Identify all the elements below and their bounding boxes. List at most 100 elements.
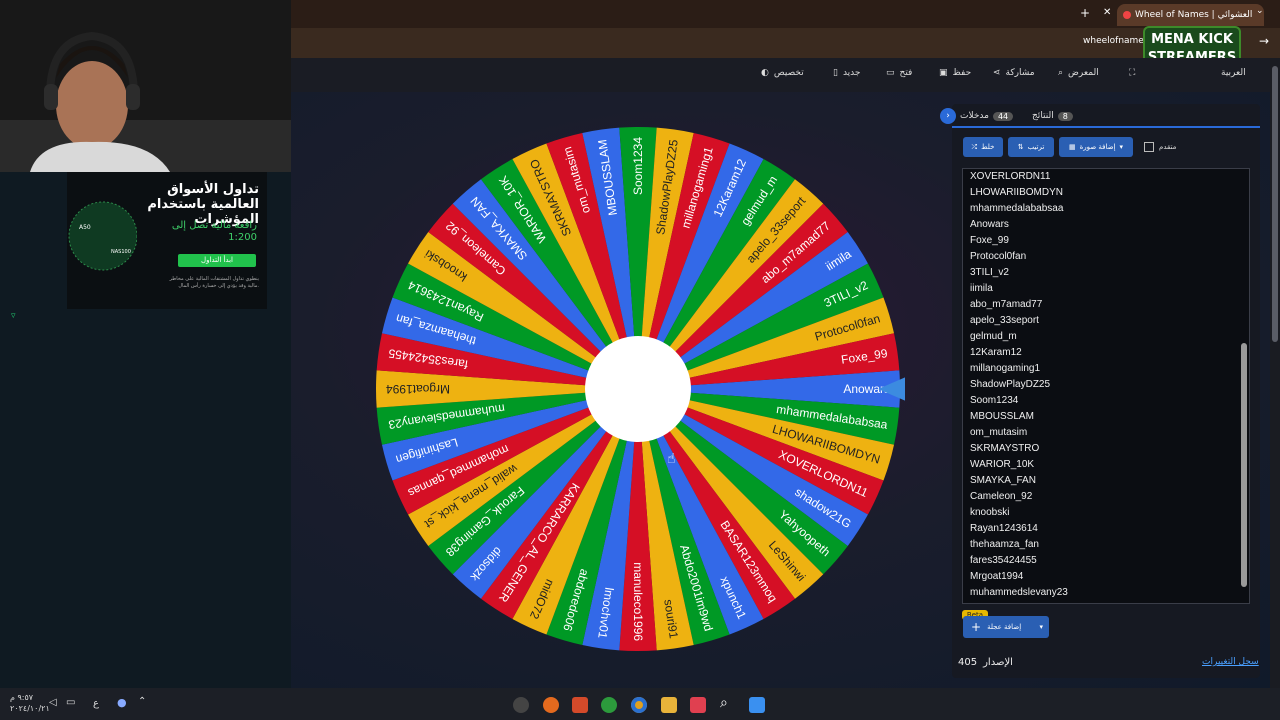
obs-icon[interactable]: [513, 697, 529, 713]
list-item[interactable]: knoobski: [970, 505, 1249, 521]
tab-title: Wheel of Names | العشوائي: [1135, 10, 1253, 20]
list-item[interactable]: ShadowPlayDZ25: [970, 377, 1249, 393]
language-label: العربية: [1221, 68, 1246, 78]
list-item[interactable]: Mrgoat1994: [970, 569, 1249, 585]
list-item[interactable]: 3TILI_v2: [970, 265, 1249, 281]
display-icon[interactable]: ▭: [66, 697, 75, 708]
windows-icon[interactable]: [749, 697, 765, 713]
chevron-down-icon[interactable]: ▾: [1039, 623, 1043, 631]
list-item[interactable]: fares35424455: [970, 553, 1249, 569]
clock[interactable]: ٩:٥٧ م ٢٠٢٤/١٠/٢١: [10, 692, 50, 714]
list-item[interactable]: Anowars: [970, 217, 1249, 233]
share-label: مشاركة: [1005, 68, 1035, 78]
filter-icon: ▿: [11, 311, 16, 321]
globe-graphic: [67, 192, 138, 272]
list-item[interactable]: muhammedslevany23: [970, 585, 1249, 601]
app-toolbar: ◐ تخصيص ▯ جديد ▭ فتح ▣ حفظ ⋖ مشاركة ⌕ المعرض ⛶…: [291, 58, 1280, 93]
language-indicator[interactable]: ع: [93, 698, 99, 709]
name-wheel[interactable]: AnowarsmhammedalababsaaLHOWARIIBOMDYNXOV…: [375, 126, 920, 656]
list-item[interactable]: SMAYKA_FAN: [970, 473, 1249, 489]
entries-textarea[interactable]: XOVERLORDN11 LHOWARIIBOMDYN mhammedalababs…: [962, 168, 1250, 604]
gallery-button[interactable]: ⌕ المعرض: [1058, 68, 1099, 78]
list-item[interactable]: MBOUSSLAM: [970, 409, 1249, 425]
list-item[interactable]: om_mutasim: [970, 425, 1249, 441]
list-item[interactable]: apelo_33seport: [970, 313, 1249, 329]
mouse-cursor-icon: ☝: [667, 451, 676, 467]
chrome-icon[interactable]: [631, 697, 647, 713]
list-item[interactable]: SKRMAYSTRO: [970, 441, 1249, 457]
list-item[interactable]: thehaamza_fan: [970, 537, 1249, 553]
changelog-link[interactable]: سجل التغييرات: [1202, 657, 1259, 667]
page-scrollbar[interactable]: [1270, 58, 1280, 688]
version-info: 405 الإصدار: [958, 657, 1013, 668]
sort-button[interactable]: ⇅ ترتيب: [1008, 137, 1054, 157]
list-item[interactable]: millanogaming1: [970, 361, 1249, 377]
version-label: الإصدار: [983, 657, 1013, 668]
clock-time: ٩:٥٧ م: [10, 693, 34, 702]
add-image-button[interactable]: ▦ إضافة صورة ▾: [1059, 137, 1133, 157]
close-icon[interactable]: ✕: [1103, 7, 1111, 18]
list-item[interactable]: abo_m7amad77: [970, 297, 1249, 313]
folder-icon[interactable]: [661, 697, 677, 713]
add-wheel-button[interactable]: + إضافة عجلة ▾: [963, 616, 1049, 638]
new-button[interactable]: ▯ جديد: [833, 68, 860, 78]
list-item[interactable]: XOVERLORDN11: [970, 169, 1249, 185]
speaker-icon[interactable]: ◁: [49, 697, 57, 708]
entries-panel: › مدخلات 44 النتائج 8 ⤮ خلط ⇅ ترتيب ▦ إضافة…: [940, 104, 1260, 678]
browser-tab[interactable]: Wheel of Names | العشوائي: [1117, 4, 1264, 26]
wheel-label: manuleco1996: [631, 562, 645, 641]
fullscreen-icon: ⛶: [1129, 68, 1136, 78]
list-item[interactable]: 12Karam12: [970, 345, 1249, 361]
brave-icon[interactable]: [572, 697, 588, 713]
language-button[interactable]: العربية: [1221, 68, 1246, 78]
tab-menu-icon[interactable]: ⌄: [1256, 6, 1264, 16]
search-icon[interactable]: ⌕: [720, 695, 728, 711]
ad-cta-button[interactable]: ابدأ التداول: [178, 254, 256, 267]
share-icon: ⋖: [993, 68, 1001, 78]
list-item[interactable]: Soom1234: [970, 393, 1249, 409]
tab-results[interactable]: النتائج 8: [1032, 108, 1073, 124]
capture-icon[interactable]: [690, 697, 706, 713]
chevron-up-icon[interactable]: ⌃: [138, 696, 146, 707]
checkbox[interactable]: [1144, 142, 1154, 152]
list-item[interactable]: Foxe_99: [970, 233, 1249, 249]
wheel-container[interactable]: Anowars mhammedalababsaa LHOWARIIBOMDYN XOV…: [375, 126, 920, 656]
address-bar[interactable]: wheelofnames →: [291, 28, 1280, 58]
list-item[interactable]: Rayan1243614: [970, 521, 1249, 537]
wheel-center[interactable]: [585, 336, 691, 442]
save-button[interactable]: ▣ حفظ: [939, 68, 971, 78]
shuffle-button[interactable]: ⤮ خلط: [963, 137, 1003, 157]
fullscreen-button[interactable]: ⛶: [1129, 68, 1135, 78]
list-item[interactable]: gelmud_m: [970, 329, 1249, 345]
list-item[interactable]: mhammedalababsaa: [970, 201, 1249, 217]
tab-favicon-icon: [1123, 11, 1131, 19]
wheel-label: Soom1234: [631, 137, 645, 195]
streamer-image: [0, 0, 291, 172]
tab-entries-label: مدخلات: [960, 111, 989, 121]
ad-label-a50: A50: [79, 224, 91, 231]
customize-button[interactable]: ◐ تخصيص: [761, 68, 804, 78]
clock-date: ٢٠٢٤/١٠/٢١: [10, 704, 50, 713]
image-icon: ▦: [1068, 143, 1076, 151]
forward-arrow-icon[interactable]: →: [1259, 34, 1269, 48]
advanced-toggle[interactable]: متقدم: [1144, 142, 1176, 152]
taskbar: ٩:٥٧ م ٢٠٢٤/١٠/٢١ ◁ ▭ ع ● ⌃ ⌕: [0, 688, 1280, 720]
xbox-icon[interactable]: [601, 697, 617, 713]
gallery-label: المعرض: [1068, 68, 1099, 78]
share-button[interactable]: ⋖ مشاركة: [993, 68, 1035, 78]
trading-ad[interactable]: A50 NAS100 تداول الأسواق العالمية باستخد…: [67, 172, 267, 309]
tab-entries[interactable]: › مدخلات 44: [940, 108, 1014, 124]
logo-line1: MENA KICK: [1151, 32, 1233, 47]
sort-icon: ⇅: [1017, 143, 1024, 151]
list-item[interactable]: WARIOR_10K: [970, 457, 1249, 473]
list-item[interactable]: LHOWARIIBOMDYN: [970, 185, 1249, 201]
app-icon[interactable]: [543, 697, 559, 713]
plus-icon[interactable]: +: [1080, 6, 1090, 20]
microphone-icon[interactable]: ●: [117, 696, 127, 709]
entries-scrollbar[interactable]: [1241, 177, 1247, 595]
open-label: فتح: [899, 68, 913, 78]
list-item[interactable]: iimila: [970, 281, 1249, 297]
open-button[interactable]: ▭ فتح: [886, 68, 912, 78]
list-item[interactable]: Protocol0fan: [970, 249, 1249, 265]
list-item[interactable]: Cameleon_92: [970, 489, 1249, 505]
